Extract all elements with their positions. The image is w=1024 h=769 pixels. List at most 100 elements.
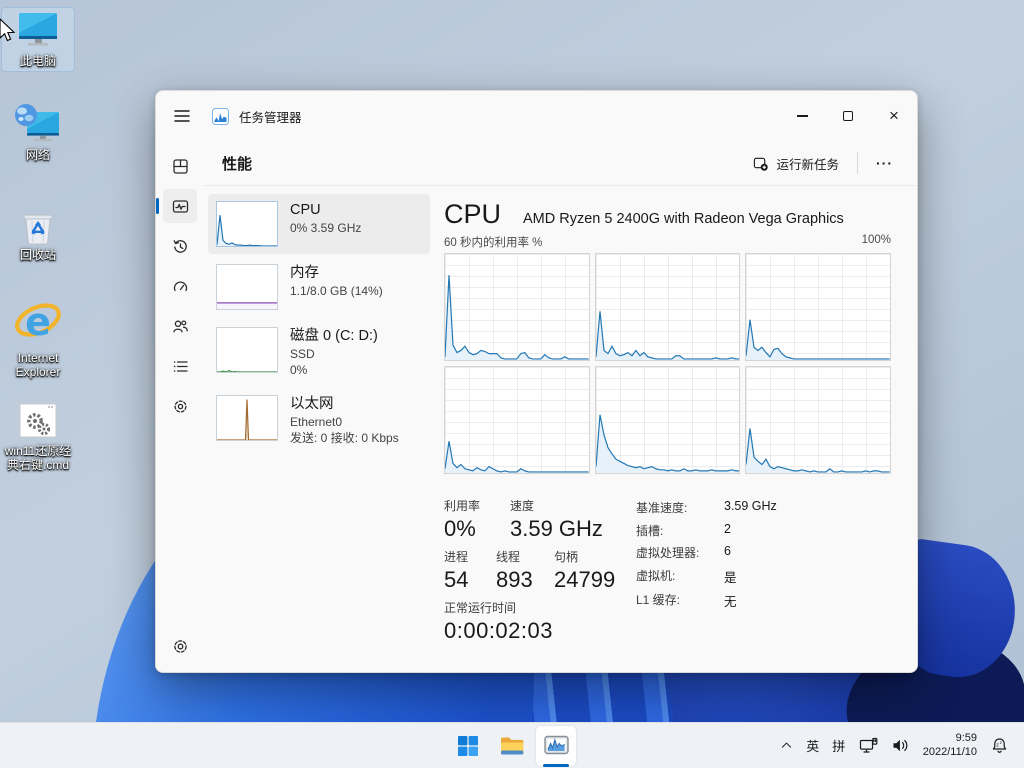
file-explorer-icon xyxy=(499,735,525,757)
settings-gear-icon xyxy=(172,638,189,655)
device-stat: 发送: 0 接收: 0 Kbps xyxy=(290,430,399,446)
page-title: 性能 xyxy=(222,153,252,174)
task-manager-window: 任务管理器 × xyxy=(155,90,918,673)
processes-icon xyxy=(172,158,189,175)
info-value: 是 xyxy=(724,567,737,586)
info-label: L1 缓存: xyxy=(636,591,724,610)
sidebar-item-services[interactable] xyxy=(163,389,197,423)
sidebar-item-processes[interactable] xyxy=(163,149,197,183)
desktop-icon-network[interactable]: 网络 xyxy=(2,100,74,165)
volume-tray-button[interactable] xyxy=(886,732,915,759)
device-item-ethernet[interactable]: 以太网 Ethernet0 发送: 0 接收: 0 Kbps xyxy=(208,388,430,453)
window-title: 任务管理器 xyxy=(239,107,302,126)
tray-date: 2022/11/10 xyxy=(923,746,977,760)
device-stat: 0% 3.59 GHz xyxy=(290,220,361,236)
desktop-icon-label: win11还原经典右键.cmd xyxy=(2,444,74,472)
desktop-icon-recycle-bin[interactable]: 回收站 xyxy=(2,200,74,265)
cpu-detail-panel: CPU AMD Ryzen 5 2400G with Radeon Vega G… xyxy=(444,194,917,673)
app-history-icon xyxy=(172,238,189,255)
desktop-icon-cmd-file[interactable]: win11还原经典右键.cmd xyxy=(2,398,74,475)
uptime-value: 0:00:02:03 xyxy=(444,616,618,645)
stat-value: 893 xyxy=(496,565,540,594)
maximize-button[interactable] xyxy=(825,91,871,141)
device-stat: SSD xyxy=(290,346,378,362)
svg-text:z: z xyxy=(1000,740,1002,745)
device-name: 磁盘 0 (C: D:) xyxy=(290,327,378,346)
this-pc-icon xyxy=(15,11,61,51)
desktop-icon-internet-explorer[interactable]: e Internet Explorer xyxy=(2,295,74,382)
sidebar-item-startup-apps[interactable] xyxy=(163,269,197,303)
stat-value: 3.59 GHz xyxy=(510,514,603,543)
core-graph xyxy=(444,366,590,474)
taskbar: 英 拼 9:59 2022/11/10 z xyxy=(0,722,1024,768)
more-options-button[interactable]: ··· xyxy=(866,151,903,175)
graph-axis-label: 60 秒内的利用率 % xyxy=(444,234,542,250)
internet-explorer-icon: e xyxy=(13,298,63,348)
device-stat: 0% xyxy=(290,362,378,378)
device-stat: 1.1/8.0 GB (14%) xyxy=(290,283,383,299)
sidebar-item-performance[interactable] xyxy=(163,189,197,223)
navigation-menu-button[interactable] xyxy=(160,98,204,134)
minimize-button[interactable] xyxy=(779,91,825,141)
task-manager-taskbar-button[interactable] xyxy=(536,726,576,766)
core-graph xyxy=(595,253,741,361)
notification-bell-button[interactable]: z z xyxy=(985,731,1014,760)
stat-label: 进程 xyxy=(444,550,482,565)
hamburger-icon xyxy=(174,110,190,122)
startup-apps-icon xyxy=(172,278,189,295)
sidebar-item-settings[interactable] xyxy=(163,629,197,663)
core-graph xyxy=(745,253,891,361)
mouse-cursor xyxy=(0,18,16,44)
do-not-disturb-bell-icon: z z xyxy=(991,737,1008,754)
chevron-up-icon xyxy=(780,739,793,752)
services-icon xyxy=(172,398,189,415)
info-value: 3.59 GHz xyxy=(724,499,777,516)
memory-mini-graph xyxy=(216,264,278,310)
titlebar[interactable]: 任务管理器 × xyxy=(156,91,917,141)
cpu-info-list: 基准速度:3.59 GHz 插槽:2 虚拟处理器:6 虚拟机:是 L1 缓存:无 xyxy=(636,499,777,645)
cmd-file-icon xyxy=(15,401,61,441)
info-value: 无 xyxy=(724,591,737,610)
performance-device-list: CPU 0% 3.59 GHz 内存 1.1/8.0 GB (14%) xyxy=(204,194,430,673)
page-header: 性能 运行新任务 ··· xyxy=(204,141,917,186)
network-icon xyxy=(13,103,63,145)
desktop-icon-label: 回收站 xyxy=(20,248,56,262)
cpu-chip-name: AMD Ryzen 5 2400G with Radeon Vega Graph… xyxy=(523,211,844,227)
sidebar-item-details[interactable] xyxy=(163,349,197,383)
graph-axis-max: 100% xyxy=(862,234,891,250)
core-graph xyxy=(444,253,590,361)
desktop-icon-label: 此电脑 xyxy=(20,54,56,68)
cpu-section-title: CPU xyxy=(444,199,501,230)
sidebar-item-users[interactable] xyxy=(163,309,197,343)
ethernet-mini-graph xyxy=(216,395,278,441)
ime-language-button[interactable]: 英 xyxy=(801,730,825,761)
device-stat: Ethernet0 xyxy=(290,414,399,430)
stat-label: 正常运行时间 xyxy=(444,601,618,616)
minimize-icon xyxy=(797,115,808,117)
device-item-memory[interactable]: 内存 1.1/8.0 GB (14%) xyxy=(208,257,430,317)
file-explorer-button[interactable] xyxy=(492,726,532,766)
stat-value: 54 xyxy=(444,565,482,594)
device-name: 内存 xyxy=(290,264,383,283)
stat-label: 速度 xyxy=(510,499,603,514)
ime-mode-button[interactable]: 拼 xyxy=(827,730,851,761)
windows-logo-icon xyxy=(456,734,480,758)
run-new-task-label: 运行新任务 xyxy=(776,154,839,173)
tray-chevron-button[interactable] xyxy=(774,733,799,758)
taskbar-clock[interactable]: 9:59 2022/11/10 xyxy=(917,732,983,759)
sidebar-item-app-history[interactable] xyxy=(163,229,197,263)
run-new-task-button[interactable]: 运行新任务 xyxy=(743,148,849,179)
start-button[interactable] xyxy=(448,726,488,766)
network-tray-button[interactable] xyxy=(853,731,884,760)
core-graph xyxy=(595,366,741,474)
tray-time: 9:59 xyxy=(923,732,977,746)
device-item-disk0[interactable]: 磁盘 0 (C: D:) SSD 0% xyxy=(208,320,430,385)
close-button[interactable]: × xyxy=(871,91,917,141)
ethernet-network-icon xyxy=(859,737,878,754)
desktop-icon-label: Internet Explorer xyxy=(2,351,74,379)
device-item-cpu[interactable]: CPU 0% 3.59 GHz xyxy=(208,194,430,254)
stat-label: 句柄 xyxy=(554,550,615,565)
logical-processor-graphs[interactable] xyxy=(444,253,891,474)
sidebar xyxy=(156,141,204,673)
core-graph xyxy=(745,366,891,474)
